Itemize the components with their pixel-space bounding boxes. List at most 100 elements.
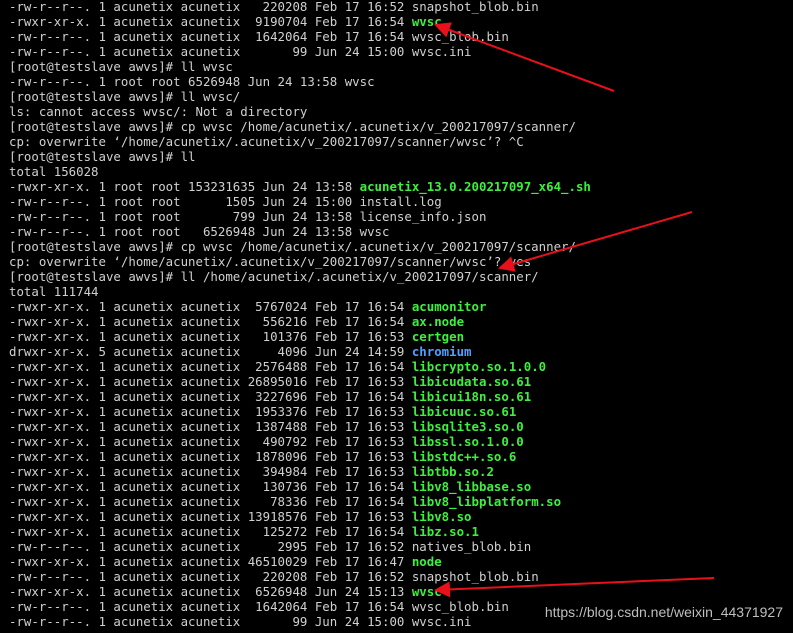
terminal-line: [root@testslave awvs]# cp wvsc /home/acu… — [9, 239, 576, 254]
line-text: -rw-r--r--. 1 acunetix acunetix 220208 F… — [9, 0, 412, 14]
file-name: wvsc_blob.bin — [411, 29, 509, 44]
line-text: -rwxr-xr-x. 1 acunetix acunetix 130736 F… — [9, 479, 412, 494]
file-name: wvsc — [411, 584, 442, 599]
terminal-line: -rw-r--r--. 1 acunetix acunetix 220208 F… — [9, 569, 539, 584]
terminal-line: -rwxr-xr-x. 1 acunetix acunetix 394984 F… — [9, 464, 494, 479]
terminal-line: -rwxr-xr-x. 1 acunetix acunetix 13918576… — [9, 509, 472, 524]
line-text: -rwxr-xr-x. 1 acunetix acunetix 78336 Fe… — [9, 494, 412, 509]
line-text: -rwxr-xr-x. 1 acunetix acunetix 556216 F… — [9, 314, 412, 329]
terminal-line: -rwxr-xr-x. 1 acunetix acunetix 130736 F… — [9, 479, 531, 494]
terminal-line: -rwxr-xr-x. 1 root root 153231635 Jun 24… — [9, 179, 591, 194]
line-text: ls: cannot access wvsc/: Not a directory — [9, 104, 308, 119]
terminal-line: -rw-r--r--. 1 acunetix acunetix 99 Jun 2… — [9, 614, 472, 629]
terminal-line: -rw-r--r--. 1 root root 1505 Jun 24 15:0… — [9, 194, 442, 209]
line-text: -rwxr-xr-x. 1 acunetix acunetix 1953376 … — [9, 404, 412, 419]
terminal-line: -rwxr-xr-x. 1 acunetix acunetix 1878096 … — [9, 449, 516, 464]
file-name: acumonitor — [411, 299, 487, 314]
line-text: [root@testslave awvs]# ll — [9, 149, 196, 164]
terminal-line: total 111744 — [9, 284, 99, 299]
line-text: -rwxr-xr-x. 1 acunetix acunetix 394984 F… — [9, 464, 412, 479]
line-text: [root@testslave awvs]# ll wvsc/ — [9, 89, 241, 104]
file-name: libv8.so — [411, 509, 472, 524]
file-name: libtbb.so.2 — [411, 464, 494, 479]
terminal-line: total 156028 — [9, 164, 99, 179]
file-name: libicudata.so.61 — [411, 374, 532, 389]
file-name: certgen — [411, 329, 465, 344]
file-name: libicuuc.so.61 — [411, 404, 517, 419]
line-text: -rwxr-xr-x. 1 acunetix acunetix 125272 F… — [9, 524, 412, 539]
terminal-line: cp: overwrite ‘/home/acunetix/.acunetix/… — [9, 254, 531, 269]
terminal-line: [root@testslave awvs]# ll — [9, 149, 196, 164]
line-text: [root@testslave awvs]# ll /home/acunetix… — [9, 269, 539, 284]
terminal-line: -rw-r--r--. 1 root root 6526948 Jun 24 1… — [9, 224, 389, 239]
line-text: [root@testslave awvs]# cp wvsc /home/acu… — [9, 119, 576, 134]
line-text: -rwxr-xr-x. 1 acunetix acunetix 9190704 … — [9, 14, 412, 29]
file-name: libcrypto.so.1.0.0 — [411, 359, 547, 374]
terminal-line: -rwxr-xr-x. 1 acunetix acunetix 6526948 … — [9, 584, 442, 599]
file-name: libstdc++.so.6 — [411, 449, 517, 464]
line-text: -rw-r--r--. 1 acunetix acunetix 99 Jun 2… — [9, 44, 412, 59]
file-name: libsqlite3.so.0 — [411, 419, 524, 434]
terminal-line: -rwxr-xr-x. 1 acunetix acunetix 9190704 … — [9, 14, 442, 29]
line-text: total 156028 — [9, 164, 99, 179]
file-name: libv8_libbase.so — [411, 479, 532, 494]
line-text: -rwxr-xr-x. 1 acunetix acunetix 3227696 … — [9, 389, 412, 404]
line-text: [root@testslave awvs]# ll wvsc — [9, 59, 233, 74]
line-text: -rw-r--r--. 1 acunetix acunetix 2995 Feb… — [9, 539, 412, 554]
terminal-line: -rw-r--r--. 1 acunetix acunetix 2995 Feb… — [9, 539, 531, 554]
terminal-line: -rwxr-xr-x. 1 acunetix acunetix 1953376 … — [9, 404, 516, 419]
terminal-line: -rw-r--r--. 1 acunetix acunetix 220208 F… — [9, 0, 539, 14]
file-name: chromium — [411, 344, 472, 359]
file-name: libssl.so.1.0.0 — [411, 434, 524, 449]
terminal-line: -rwxr-xr-x. 1 acunetix acunetix 3227696 … — [9, 389, 531, 404]
line-text: cp: overwrite ‘/home/acunetix/.acunetix/… — [9, 134, 524, 149]
file-name: wvsc.ini — [411, 614, 472, 629]
watermark: https://blog.csdn.net/weixin_44371927 — [544, 604, 783, 620]
terminal-line: -rwxr-xr-x. 1 acunetix acunetix 556216 F… — [9, 314, 464, 329]
terminal-line: [root@testslave awvs]# ll /home/acunetix… — [9, 269, 539, 284]
terminal-line: drwxr-xr-x. 5 acunetix acunetix 4096 Jun… — [9, 344, 472, 359]
line-text: -rwxr-xr-x. 1 acunetix acunetix 490792 F… — [9, 434, 412, 449]
line-text: -rwxr-xr-x. 1 acunetix acunetix 2576488 … — [9, 359, 412, 374]
file-name: libz.so.1 — [411, 524, 479, 539]
terminal-line: -rw-r--r--. 1 root root 6526948 Jun 24 1… — [9, 74, 375, 89]
file-name: libicui18n.so.61 — [411, 389, 532, 404]
terminal-line: -rwxr-xr-x. 1 acunetix acunetix 1387488 … — [9, 419, 524, 434]
terminal-line: -rw-r--r--. 1 acunetix acunetix 99 Jun 2… — [9, 44, 472, 59]
line-text: [root@testslave awvs]# cp wvsc /home/acu… — [9, 239, 576, 254]
line-text: -rw-r--r--. 1 acunetix acunetix 220208 F… — [9, 569, 412, 584]
terminal-line: cp: overwrite ‘/home/acunetix/.acunetix/… — [9, 134, 524, 149]
line-text: -rwxr-xr-x. 1 acunetix acunetix 1387488 … — [9, 419, 412, 434]
file-name: wvsc.ini — [411, 44, 472, 59]
file-name: snapshot_blob.bin — [411, 0, 539, 14]
line-text: cp: overwrite ‘/home/acunetix/.acunetix/… — [9, 254, 532, 269]
line-text: -rwxr-xr-x. 1 acunetix acunetix 26895016… — [9, 374, 412, 389]
terminal-line: [root@testslave awvs]# ll wvsc — [9, 59, 233, 74]
line-text: -rw-r--r--. 1 root root 6526948 Jun 24 1… — [9, 74, 375, 89]
file-name: snapshot_blob.bin — [411, 569, 539, 584]
line-text: drwxr-xr-x. 5 acunetix acunetix 4096 Jun… — [9, 344, 412, 359]
line-text: -rw-r--r--. 1 acunetix acunetix 1642064 … — [9, 599, 412, 614]
terminal-window[interactable]: -rw-r--r--. 1 acunetix acunetix 220208 F… — [0, 0, 793, 633]
line-text: -rw-r--r--. 1 root root 1505 Jun 24 15:0… — [9, 194, 442, 209]
file-name: ax.node — [411, 314, 465, 329]
line-text: -rwxr-xr-x. 1 acunetix acunetix 13918576… — [9, 509, 412, 524]
line-text: -rwxr-xr-x. 1 acunetix acunetix 1878096 … — [9, 449, 412, 464]
terminal-line: [root@testslave awvs]# ll wvsc/ — [9, 89, 240, 104]
terminal-line: -rwxr-xr-x. 1 acunetix acunetix 125272 F… — [9, 524, 479, 539]
terminal-line: ls: cannot access wvsc/: Not a directory — [9, 104, 307, 119]
file-name: libv8_libplatform.so — [411, 494, 562, 509]
terminal-line: -rwxr-xr-x. 1 acunetix acunetix 46510029… — [9, 554, 442, 569]
line-text: -rw-r--r--. 1 root root 799 Jun 24 13:58… — [9, 209, 487, 224]
line-text: -rw-r--r--. 1 acunetix acunetix 1642064 … — [9, 29, 412, 44]
line-text: -rw-r--r--. 1 root root 6526948 Jun 24 1… — [9, 224, 390, 239]
line-text: total 111744 — [9, 284, 99, 299]
line-text: -rwxr-xr-x. 1 root root 153231635 Jun 24… — [9, 179, 360, 194]
line-text: -rwxr-xr-x. 1 acunetix acunetix 5767024 … — [9, 299, 412, 314]
file-name: acunetix_13.0.200217097_x64_.sh — [359, 179, 591, 194]
file-name: wvsc — [411, 14, 442, 29]
terminal-line: -rwxr-xr-x. 1 acunetix acunetix 490792 F… — [9, 434, 524, 449]
terminal-line: -rwxr-xr-x. 1 acunetix acunetix 78336 Fe… — [9, 494, 561, 509]
file-name: node — [411, 554, 442, 569]
line-text: -rw-r--r--. 1 acunetix acunetix 99 Jun 2… — [9, 614, 412, 629]
